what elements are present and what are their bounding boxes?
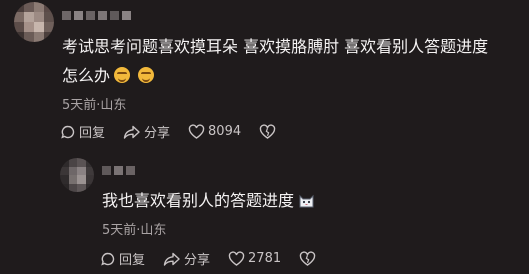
comment-meta: 5天前·山东 xyxy=(62,98,127,113)
comment-text-line2-wrap: 怎么办 xyxy=(62,61,155,91)
comment-text-line1: 我也喜欢看别人的答题进度 xyxy=(102,191,295,210)
dislike-button[interactable] xyxy=(299,250,319,267)
comment-text-line2: 怎么办 xyxy=(62,66,111,85)
smirk-emoji-icon xyxy=(138,67,155,83)
like-count: 8094 xyxy=(208,124,242,139)
share-icon xyxy=(123,125,140,139)
heart-icon xyxy=(188,123,205,139)
cat-emoji-icon xyxy=(299,194,314,208)
reply-label: 回复 xyxy=(79,126,106,141)
broken-heart-icon xyxy=(299,250,316,266)
reply-button[interactable]: 回复 xyxy=(60,122,105,141)
username-mosaic[interactable] xyxy=(102,166,135,176)
like-button[interactable]: 8094 xyxy=(188,123,242,140)
share-icon xyxy=(163,252,180,266)
avatar[interactable] xyxy=(60,158,94,192)
comment-text-line1: 考试思考问题喜欢摸耳朵 喜欢摸胳膊肘 喜欢看别人答题进度 xyxy=(62,37,489,56)
dislike-button[interactable] xyxy=(259,123,279,140)
avatar[interactable] xyxy=(14,2,54,42)
broken-heart-icon xyxy=(259,123,276,139)
share-label: 分享 xyxy=(144,126,171,141)
smirk-emoji-icon xyxy=(114,67,131,83)
heart-icon xyxy=(228,250,245,266)
comment-meta: 5天前·山东 xyxy=(102,223,167,238)
comment-actions: 回复 分享 8094 xyxy=(60,122,297,141)
comment-actions: 回复 分享 2781 xyxy=(100,249,337,268)
username-mosaic[interactable] xyxy=(62,11,131,21)
reply-button[interactable]: 回复 xyxy=(100,249,145,268)
comment-text: 我也喜欢看别人的答题进度 xyxy=(102,186,315,216)
comment-text: 考试思考问题喜欢摸耳朵 喜欢摸胳膊肘 喜欢看别人答题进度 xyxy=(62,32,488,62)
reply-icon xyxy=(101,252,115,265)
reply-icon xyxy=(61,125,75,138)
reply-label: 回复 xyxy=(119,253,146,268)
like-button[interactable]: 2781 xyxy=(228,250,282,267)
like-count: 2781 xyxy=(248,251,282,266)
share-button[interactable]: 分享 xyxy=(123,122,170,141)
share-button[interactable]: 分享 xyxy=(163,249,210,268)
share-label: 分享 xyxy=(184,253,211,268)
